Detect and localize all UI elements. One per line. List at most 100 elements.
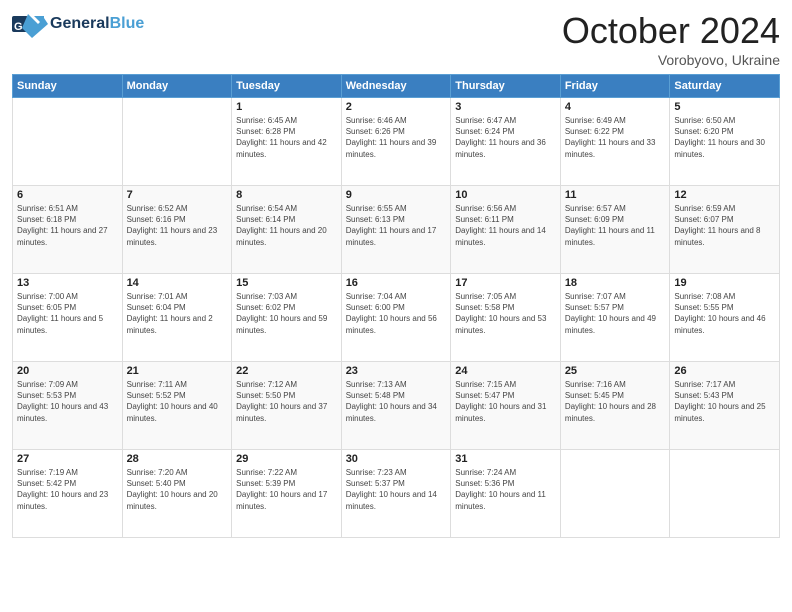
- day-number: 29: [236, 453, 337, 465]
- day-info: Sunrise: 7:19 AM Sunset: 5:42 PM Dayligh…: [17, 467, 118, 512]
- day-number: 11: [565, 189, 666, 201]
- table-row: 29Sunrise: 7:22 AM Sunset: 5:39 PM Dayli…: [232, 450, 342, 538]
- day-number: 25: [565, 365, 666, 377]
- page: G GeneralBlue October 2024 Vorobyovo, Uk…: [0, 0, 792, 612]
- day-info: Sunrise: 6:57 AM Sunset: 6:09 PM Dayligh…: [565, 203, 666, 248]
- day-number: 3: [455, 101, 556, 113]
- table-row: 24 Sunrise: 7:15 AM Sunset: 5:47 PM Dayli…: [451, 362, 561, 450]
- day-number: 12: [674, 189, 775, 201]
- day-info: Sunrise: 7:01 AM Sunset: 6:04 PM Dayligh…: [127, 291, 228, 336]
- day-number: 4: [565, 101, 666, 113]
- day-number: 9: [346, 189, 447, 201]
- day-number: 18: [565, 277, 666, 289]
- table-row: 13 Sunrise: 7:00 AM Sunset: 6:05 PM Dayli…: [13, 274, 123, 362]
- table-row: 15 Sunrise: 7:03 AM Sunset: 6:02 PM Dayli…: [232, 274, 342, 362]
- day-number: 5: [674, 101, 775, 113]
- day-info: Sunrise: 6:51 AM Sunset: 6:18 PM Dayligh…: [17, 203, 118, 248]
- calendar-table: Sunday Monday Tuesday Wednesday Thursday…: [12, 74, 780, 538]
- table-row: 23Sunrise: 7:13 AM Sunset: 5:48 PM Dayli…: [341, 362, 451, 450]
- day-number: 15: [236, 277, 337, 289]
- day-info: Sunrise: 7:20 AM Sunset: 5:40 PM Dayligh…: [127, 467, 228, 512]
- table-row: [13, 98, 123, 186]
- day-info: Sunrise: 6:55 AM Sunset: 6:13 PM Dayligh…: [346, 203, 447, 248]
- day-info: Sunrise: 7:07 AM Sunset: 5:57 PM Dayligh…: [565, 291, 666, 336]
- day-number: 7: [127, 189, 228, 201]
- day-info: Sunrise: 7:05 AM Sunset: 5:58 PM Dayligh…: [455, 291, 556, 336]
- table-row: 26 Sunrise: 7:17 AM Sunset: 5:43 PM Dayli…: [670, 362, 780, 450]
- day-info: Sunrise: 7:12 AM Sunset: 5:50 PM Dayligh…: [236, 379, 337, 424]
- day-number: 13: [17, 277, 118, 289]
- day-info: Sunrise: 7:00 AM Sunset: 6:05 PM Dayligh…: [17, 291, 118, 336]
- day-info: Sunrise: 7:15 AM Sunset: 5:47 PM Dayligh…: [455, 379, 556, 424]
- table-row: 27 Sunrise: 7:19 AM Sunset: 5:42 PM Dayli…: [13, 450, 123, 538]
- day-info: Sunrise: 7:17 AM Sunset: 5:43 PM Dayligh…: [674, 379, 775, 424]
- col-tuesday: Tuesday: [232, 75, 342, 98]
- title-block: October 2024 Vorobyovo, Ukraine: [562, 10, 780, 68]
- day-number: 21: [127, 365, 228, 377]
- day-number: 2: [346, 101, 447, 113]
- table-row: 14 Sunrise: 7:01 AM Sunset: 6:04 PM Dayli…: [122, 274, 232, 362]
- col-friday: Friday: [560, 75, 670, 98]
- day-number: 26: [674, 365, 775, 377]
- day-info: Sunrise: 6:54 AM Sunset: 6:14 PM Dayligh…: [236, 203, 337, 248]
- day-number: 1: [236, 101, 337, 113]
- col-sunday: Sunday: [13, 75, 123, 98]
- col-wednesday: Wednesday: [341, 75, 451, 98]
- day-info: Sunrise: 6:50 AM Sunset: 6:20 PM Dayligh…: [674, 115, 775, 160]
- day-number: 31: [455, 453, 556, 465]
- col-thursday: Thursday: [451, 75, 561, 98]
- table-row: 11 Sunrise: 6:57 AM Sunset: 6:09 PM Dayli…: [560, 186, 670, 274]
- table-row: 16 Sunrise: 7:04 AM Sunset: 6:00 PM Dayli…: [341, 274, 451, 362]
- table-row: 4Sunrise: 6:49 AM Sunset: 6:22 PM Daylig…: [560, 98, 670, 186]
- day-info: Sunrise: 6:47 AM Sunset: 6:24 PM Dayligh…: [455, 115, 556, 160]
- header: G GeneralBlue October 2024 Vorobyovo, Uk…: [12, 10, 780, 68]
- day-number: 27: [17, 453, 118, 465]
- logo-icon: G: [12, 10, 48, 38]
- day-info: Sunrise: 7:08 AM Sunset: 5:55 PM Dayligh…: [674, 291, 775, 336]
- day-number: 6: [17, 189, 118, 201]
- day-number: 14: [127, 277, 228, 289]
- day-info: Sunrise: 7:23 AM Sunset: 5:37 PM Dayligh…: [346, 467, 447, 512]
- calendar-header-row: Sunday Monday Tuesday Wednesday Thursday…: [13, 75, 780, 98]
- day-info: Sunrise: 7:11 AM Sunset: 5:52 PM Dayligh…: [127, 379, 228, 424]
- day-number: 23: [346, 365, 447, 377]
- svg-text:G: G: [14, 21, 23, 33]
- table-row: 2Sunrise: 6:46 AM Sunset: 6:26 PM Daylig…: [341, 98, 451, 186]
- day-number: 30: [346, 453, 447, 465]
- table-row: 19 Sunrise: 7:08 AM Sunset: 5:55 PM Dayli…: [670, 274, 780, 362]
- day-number: 10: [455, 189, 556, 201]
- day-number: 16: [346, 277, 447, 289]
- day-info: Sunrise: 7:24 AM Sunset: 5:36 PM Dayligh…: [455, 467, 556, 512]
- title-month: October 2024: [562, 10, 780, 52]
- table-row: 1 Sunrise: 6:45 AM Sunset: 6:28 PM Daylig…: [232, 98, 342, 186]
- day-number: 8: [236, 189, 337, 201]
- day-number: 19: [674, 277, 775, 289]
- table-row: 9 Sunrise: 6:55 AM Sunset: 6:13 PM Daylig…: [341, 186, 451, 274]
- table-row: 7Sunrise: 6:52 AM Sunset: 6:16 PM Daylig…: [122, 186, 232, 274]
- logo: G GeneralBlue: [12, 10, 144, 38]
- day-number: 24: [455, 365, 556, 377]
- table-row: 6 Sunrise: 6:51 AM Sunset: 6:18 PM Daylig…: [13, 186, 123, 274]
- table-row: 25 Sunrise: 7:16 AM Sunset: 5:45 PM Dayli…: [560, 362, 670, 450]
- day-info: Sunrise: 7:04 AM Sunset: 6:00 PM Dayligh…: [346, 291, 447, 336]
- table-row: [560, 450, 670, 538]
- calendar-week-row: 20Sunrise: 7:09 AM Sunset: 5:53 PM Dayli…: [13, 362, 780, 450]
- day-info: Sunrise: 7:16 AM Sunset: 5:45 PM Dayligh…: [565, 379, 666, 424]
- day-info: Sunrise: 6:56 AM Sunset: 6:11 PM Dayligh…: [455, 203, 556, 248]
- table-row: 18 Sunrise: 7:07 AM Sunset: 5:57 PM Dayli…: [560, 274, 670, 362]
- table-row: 31 Sunrise: 7:24 AM Sunset: 5:36 PM Dayli…: [451, 450, 561, 538]
- title-location: Vorobyovo, Ukraine: [562, 52, 780, 68]
- calendar-week-row: 1 Sunrise: 6:45 AM Sunset: 6:28 PM Daylig…: [13, 98, 780, 186]
- calendar-week-row: 6 Sunrise: 6:51 AM Sunset: 6:18 PM Daylig…: [13, 186, 780, 274]
- table-row: 21 Sunrise: 7:11 AM Sunset: 5:52 PM Dayli…: [122, 362, 232, 450]
- day-info: Sunrise: 7:03 AM Sunset: 6:02 PM Dayligh…: [236, 291, 337, 336]
- day-info: Sunrise: 6:45 AM Sunset: 6:28 PM Dayligh…: [236, 115, 337, 160]
- table-row: 17 Sunrise: 7:05 AM Sunset: 5:58 PM Dayli…: [451, 274, 561, 362]
- logo-name: GeneralBlue: [50, 15, 144, 33]
- day-number: 22: [236, 365, 337, 377]
- table-row: 5 Sunrise: 6:50 AM Sunset: 6:20 PM Daylig…: [670, 98, 780, 186]
- day-number: 17: [455, 277, 556, 289]
- table-row: 28Sunrise: 7:20 AM Sunset: 5:40 PM Dayli…: [122, 450, 232, 538]
- calendar-week-row: 13 Sunrise: 7:00 AM Sunset: 6:05 PM Dayli…: [13, 274, 780, 362]
- col-saturday: Saturday: [670, 75, 780, 98]
